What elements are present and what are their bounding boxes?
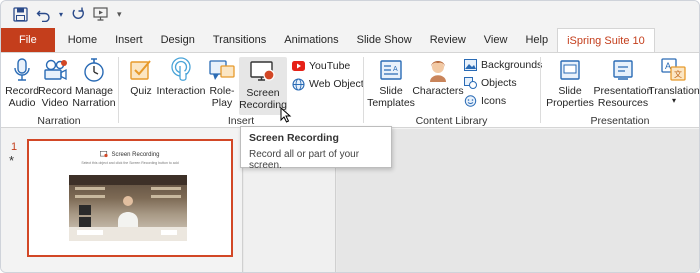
microphone-icon xyxy=(9,57,35,83)
quiz-button[interactable]: Quiz xyxy=(125,57,157,97)
screen-recording-tooltip: Screen Recording Record all or part of y… xyxy=(240,126,392,171)
youtube-icon xyxy=(291,59,305,73)
quiz-label: Quiz xyxy=(130,85,152,97)
record-video-label: Record Video xyxy=(38,85,72,109)
present-from-beginning-icon[interactable] xyxy=(93,5,109,23)
manage-narration-label: Manage Narration xyxy=(72,85,116,109)
slides-pane: 1 * Screen Recording Select this object … xyxy=(1,129,243,272)
presentation-resources-label: Presentation Resources xyxy=(593,85,653,109)
svg-text:A: A xyxy=(665,61,671,71)
slide-properties-button[interactable]: Slide Properties xyxy=(545,57,595,109)
translation-button[interactable]: A文 Translation ▾ xyxy=(648,57,699,105)
tab-animations[interactable]: Animations xyxy=(275,28,347,52)
characters-button[interactable]: Characters xyxy=(412,57,464,97)
backgrounds-icon xyxy=(463,58,477,72)
role-play-label: Role- Play xyxy=(209,85,235,109)
svg-text:A: A xyxy=(393,66,398,73)
tab-slide-show[interactable]: Slide Show xyxy=(348,28,421,52)
tab-view[interactable]: View xyxy=(475,28,517,52)
stopwatch-icon xyxy=(81,57,107,83)
manage-narration-button[interactable]: Manage Narration xyxy=(72,57,116,109)
thumbnail-subtitle: Select this object and click the Screen … xyxy=(81,161,179,165)
record-audio-button[interactable]: Record Audio xyxy=(5,57,39,109)
tooltip-title: Screen Recording xyxy=(249,132,339,144)
slide-templates-icon: A xyxy=(378,57,404,83)
video-camera-icon xyxy=(42,57,68,83)
redo-icon[interactable] xyxy=(71,5,85,23)
group-content-library: A Slide Templates Characters Backgrounds xyxy=(364,53,542,129)
tab-transitions[interactable]: Transitions xyxy=(204,28,275,52)
tab-ispring-suite[interactable]: iSpring Suite 10 xyxy=(557,28,655,52)
group-insert: Quiz Interaction Role- Play Screen Recor… xyxy=(119,53,364,129)
slide-animation-marker: * xyxy=(9,153,15,168)
thumbnail-title: Screen Recording xyxy=(29,151,231,158)
quick-access-toolbar: ▾ ▾ xyxy=(1,1,699,27)
slide-properties-label: Slide Properties xyxy=(546,85,594,109)
icons-library-icon xyxy=(463,94,477,108)
quiz-checkbox-icon xyxy=(128,57,154,83)
characters-label: Characters xyxy=(412,85,464,97)
role-play-button[interactable]: Role- Play xyxy=(207,57,237,109)
interaction-touch-icon xyxy=(168,57,194,83)
backgrounds-label: Backgrounds xyxy=(481,59,543,71)
objects-button[interactable]: Objects xyxy=(463,76,517,90)
character-person-icon xyxy=(425,57,451,83)
tab-design[interactable]: Design xyxy=(152,28,204,52)
screen-recording-icon xyxy=(250,59,276,85)
presentation-resources-button[interactable]: Presentation Resources xyxy=(593,57,653,109)
translation-icon: A文 xyxy=(661,57,687,83)
mouse-pointer-icon xyxy=(280,107,292,123)
slide-number: 1 xyxy=(11,141,18,153)
globe-icon xyxy=(291,77,305,91)
web-object-button[interactable]: Web Object xyxy=(291,77,364,91)
tab-insert[interactable]: Insert xyxy=(106,28,152,52)
svg-text:文: 文 xyxy=(674,69,682,79)
ribbon-tabs: File Home Insert Design Transitions Anim… xyxy=(1,28,699,52)
slide-thumbnail[interactable]: Screen Recording Select this object and … xyxy=(27,139,233,257)
objects-icon xyxy=(463,76,477,90)
interaction-button[interactable]: Interaction xyxy=(156,57,206,97)
group-presentation: Slide Properties Presentation Resources … xyxy=(541,53,699,129)
web-object-label: Web Object xyxy=(309,78,364,90)
objects-label: Objects xyxy=(481,77,517,89)
youtube-label: YouTube xyxy=(309,60,351,72)
slide-properties-icon xyxy=(557,57,583,83)
group-narration: Record Audio Record Video Manage Narrati… xyxy=(1,53,117,129)
ribbon-panel: Record Audio Record Video Manage Narrati… xyxy=(1,52,699,129)
group-narration-label: Narration xyxy=(37,115,81,127)
thumbnail-title-text: Screen Recording xyxy=(111,151,160,158)
role-play-icon xyxy=(209,57,235,83)
thumbnail-screen-recording-icon xyxy=(100,151,109,158)
slide-templates-label: Slide Templates xyxy=(367,85,415,109)
translation-dropdown-icon: ▾ xyxy=(671,96,676,105)
undo-icon[interactable] xyxy=(36,5,51,23)
tab-review[interactable]: Review xyxy=(421,28,475,52)
icons-label: Icons xyxy=(481,95,507,107)
interaction-label: Interaction xyxy=(156,85,206,97)
undo-dropdown-icon[interactable]: ▾ xyxy=(59,5,63,23)
thumbnail-kitchen-image xyxy=(69,175,187,241)
tooltip-description: Record all or part of your screen. xyxy=(249,149,360,171)
record-audio-label: Record Audio xyxy=(5,85,39,109)
customize-toolbar-icon[interactable]: ▾ xyxy=(117,5,122,23)
youtube-button[interactable]: YouTube xyxy=(291,59,350,73)
tab-help[interactable]: Help xyxy=(516,28,557,52)
tab-file[interactable]: File xyxy=(1,28,55,52)
backgrounds-button[interactable]: Backgrounds xyxy=(463,58,542,72)
save-icon[interactable] xyxy=(13,5,28,23)
presentation-resources-icon xyxy=(610,57,636,83)
slide-templates-button[interactable]: A Slide Templates xyxy=(367,57,415,109)
tab-home[interactable]: Home xyxy=(59,28,106,52)
app-window: ▾ ▾ File Home Insert Design Transitions … xyxy=(0,0,700,273)
record-video-button[interactable]: Record Video xyxy=(38,57,72,109)
icons-button[interactable]: Icons xyxy=(463,94,506,108)
group-presentation-label: Presentation xyxy=(590,115,650,127)
